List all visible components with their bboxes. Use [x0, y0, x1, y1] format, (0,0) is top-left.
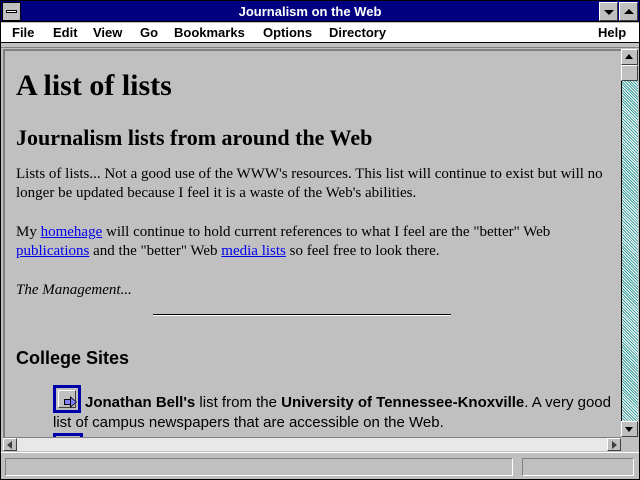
vertical-scrollbar[interactable] — [621, 49, 638, 437]
menu-view[interactable]: View — [93, 25, 122, 40]
scroll-down-icon — [625, 427, 633, 432]
scroll-left-icon — [7, 441, 12, 449]
menu-go[interactable]: Go — [140, 25, 158, 40]
para-text: so feel free to look there. — [285, 243, 440, 259]
horizontal-scrollbar[interactable] — [3, 437, 621, 451]
status-bar — [1, 452, 639, 479]
list-item: Jonathan Bell's list from the University… — [53, 385, 613, 432]
scroll-right-icon — [612, 441, 617, 449]
menu-help[interactable]: Help — [598, 25, 626, 40]
page-title: A list of lists — [16, 69, 172, 102]
entry-author: Jonathan Bell's — [85, 394, 196, 411]
arrow-button-face — [58, 390, 77, 408]
window-title: Journalism on the Web — [238, 4, 382, 19]
status-message-panel — [5, 458, 513, 476]
intro-paragraph: Lists of lists... Not a good use of the … — [16, 166, 603, 201]
scroll-up-icon — [625, 54, 633, 59]
para-text: and the "better" Web — [89, 243, 222, 259]
section-title: College Sites — [16, 348, 130, 368]
scrollbar-corner — [621, 437, 638, 451]
arrow-head-fill — [71, 398, 76, 406]
system-menu-button[interactable] — [2, 2, 21, 21]
publications-link[interactable]: publications — [16, 243, 89, 259]
menu-bookmarks[interactable]: Bookmarks — [174, 25, 245, 40]
scroll-up-button[interactable] — [621, 49, 638, 65]
entry-org: University of Tennessee-Knoxville — [281, 394, 525, 411]
minimize-button[interactable] — [599, 2, 618, 21]
page-body: A list of lists Journalism lists from ar… — [16, 69, 616, 300]
arrow-right-icon[interactable] — [53, 385, 81, 413]
menu-bar: File Edit View Go Bookmarks Options Dire… — [1, 23, 639, 43]
content-area: A list of lists Journalism lists from ar… — [3, 49, 621, 437]
menu-options[interactable]: Options — [263, 25, 312, 40]
maximize-button[interactable] — [619, 2, 638, 21]
horizontal-rule — [153, 314, 451, 316]
browser-window: Journalism on the Web File Edit View Go … — [0, 0, 640, 480]
menu-file[interactable]: File — [12, 25, 34, 40]
title-bar[interactable]: Journalism on the Web — [1, 1, 639, 22]
entry-text: list from the — [195, 394, 282, 411]
menu-directory[interactable]: Directory — [329, 25, 386, 40]
para-text: My — [16, 224, 41, 240]
signature: The Management... — [16, 282, 132, 298]
scrollbar-track[interactable] — [621, 49, 638, 437]
toolbar-strip — [1, 44, 639, 48]
system-menu-icon — [6, 10, 17, 13]
page-subtitle: Journalism lists from around the Web — [16, 125, 373, 150]
para-text: will continue to hold current references… — [102, 224, 551, 240]
menu-edit[interactable]: Edit — [53, 25, 78, 40]
scroll-left-button[interactable] — [3, 438, 17, 451]
media-lists-link[interactable]: media lists — [221, 243, 286, 259]
minimize-icon — [604, 10, 614, 15]
scrollbar-thumb[interactable] — [621, 65, 638, 81]
links-paragraph: My homehage will continue to hold curren… — [16, 223, 616, 261]
scroll-right-button[interactable] — [607, 438, 621, 451]
homepage-link[interactable]: homehage — [41, 224, 103, 240]
progress-panel — [522, 458, 634, 476]
scroll-down-button[interactable] — [621, 421, 638, 437]
maximize-icon — [624, 9, 634, 14]
